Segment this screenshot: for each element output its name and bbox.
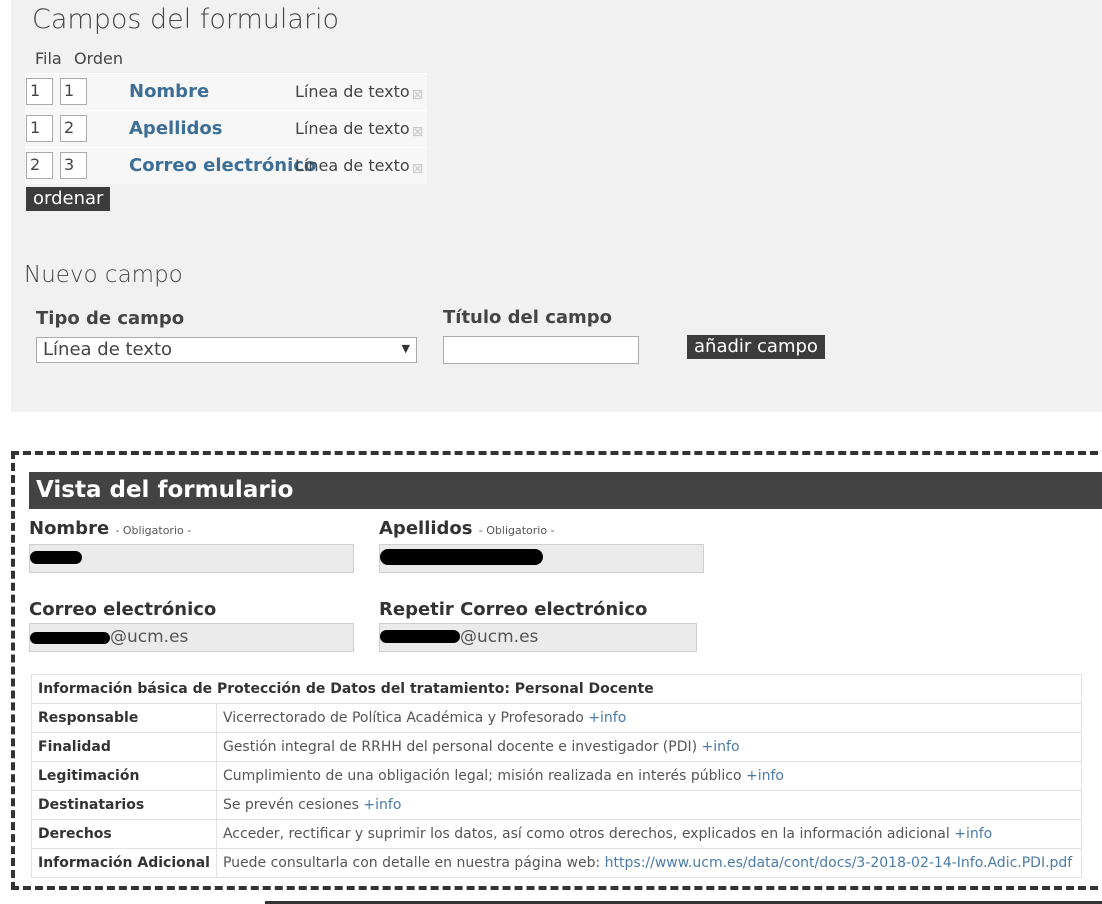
page-title: Campos del formulario (32, 4, 340, 35)
nombre-label-text: Nombre (29, 518, 110, 539)
repetir-correo-domain: @ucm.es (460, 627, 539, 647)
redaction-mark (380, 630, 460, 643)
table-row: Información básica de Protección de Dato… (31, 674, 1082, 704)
orden-input[interactable]: 2 (60, 115, 87, 142)
delete-x-icon[interactable]: ⊠ (410, 162, 425, 177)
row-text: Puede consultarla con detalle en nuestra… (222, 855, 601, 871)
field-type-selected: Línea de texto (43, 339, 173, 360)
row-value: Se prevén cesiones +info (215, 790, 1083, 820)
redaction-mark (30, 632, 110, 644)
row-key: Legitimación (31, 761, 217, 791)
field-row: 1 2 Apellidos Línea de texto ⊠ (25, 110, 427, 147)
column-header-fila: Fila (35, 49, 62, 68)
row-text: Cumplimiento de una obligación legal; mi… (222, 768, 742, 784)
row-value: Acceder, rectificar y suprimir los datos… (215, 819, 1083, 849)
preview-title: Vista del formulario (36, 477, 294, 503)
field-type: Línea de texto (295, 156, 410, 175)
row-text: Gestión integral de RRHH del personal do… (222, 739, 698, 755)
row-key: Derechos (31, 819, 217, 849)
field-row: 1 1 Nombre Línea de texto ⊠ (25, 73, 427, 110)
field-name-link[interactable]: Apellidos (129, 118, 223, 139)
field-title-label: Título del campo (443, 307, 613, 328)
row-key: Finalidad (31, 732, 217, 762)
field-name-link[interactable]: Nombre (129, 81, 209, 102)
more-info-link[interactable]: +info (702, 739, 740, 755)
more-info-link[interactable]: +info (746, 768, 784, 784)
nombre-input[interactable] (29, 544, 354, 573)
apellidos-label: Apellidos - Obligatorio - (379, 518, 555, 539)
form-preview: Vista del formulario Nombre - Obligatori… (11, 451, 1102, 890)
more-info-link[interactable]: +info (954, 826, 992, 842)
column-header-orden: Orden (74, 49, 124, 68)
field-type-select[interactable]: Línea de texto ▼ (36, 337, 417, 363)
fila-input[interactable]: 1 (26, 115, 53, 142)
orden-input[interactable]: 1 (60, 78, 87, 105)
more-info-link[interactable]: +info (588, 710, 626, 726)
data-protection-heading: Información básica de Protección de Dato… (31, 674, 1082, 704)
dropdown-arrow-icon: ▼ (401, 342, 410, 355)
table-row: Derechos Acceder, rectificar y suprimir … (31, 819, 1083, 849)
field-type: Línea de texto (295, 119, 410, 138)
add-field-button[interactable]: añadir campo (687, 335, 825, 359)
table-row: Información Adicional Puede consultarla … (31, 848, 1083, 878)
redaction-mark (30, 551, 82, 564)
required-tag: - Obligatorio - (478, 524, 555, 537)
row-value: Puede consultarla con detalle en nuestra… (215, 848, 1083, 878)
table-row: Responsable Vicerrectorado de Política A… (31, 703, 1083, 733)
data-protection-table: Información básica de Protección de Dato… (31, 674, 1083, 878)
delete-x-icon[interactable]: ⊠ (410, 88, 425, 103)
row-key: Destinatarios (31, 790, 217, 820)
delete-x-icon[interactable]: ⊠ (410, 125, 425, 140)
orden-input[interactable]: 3 (60, 152, 87, 179)
row-text: Vicerrectorado de Política Académica y P… (222, 710, 584, 726)
field-name-link[interactable]: Correo electrónico (129, 155, 316, 176)
row-text: Se prevén cesiones (222, 797, 359, 813)
row-value: Cumplimiento de una obligación legal; mi… (215, 761, 1083, 791)
table-row: Legitimación Cumplimiento de una obligac… (31, 761, 1083, 791)
field-type-label: Tipo de campo (36, 308, 185, 329)
preview-header: Vista del formulario (29, 472, 1102, 509)
field-title-input[interactable] (443, 336, 639, 364)
ordenar-button[interactable]: ordenar (26, 187, 111, 211)
correo-input[interactable]: @ucm.es (29, 623, 354, 652)
correo-domain: @ucm.es (110, 627, 189, 647)
additional-info-url-link[interactable]: https://www.ucm.es/data/cont/docs/3-2018… (605, 855, 1073, 871)
fila-input[interactable]: 1 (26, 78, 53, 105)
fila-input[interactable]: 2 (26, 152, 53, 179)
correo-label: Correo electrónico (29, 599, 217, 620)
row-key: Información Adicional (31, 848, 217, 878)
repetir-correo-label: Repetir Correo electrónico (379, 599, 648, 620)
field-row: 2 3 Correo electrónico Línea de texto ⊠ (25, 147, 427, 184)
repetir-correo-input[interactable]: @ucm.es (379, 623, 697, 652)
redaction-mark (380, 549, 543, 565)
row-key: Responsable (31, 703, 217, 733)
apellidos-label-text: Apellidos (379, 518, 473, 539)
required-tag: - Obligatorio - (115, 524, 192, 537)
form-editor-panel: Campos del formulario Fila Orden 1 1 Nom… (11, 0, 1102, 412)
more-info-link[interactable]: +info (363, 797, 401, 813)
nombre-label: Nombre - Obligatorio - (29, 518, 191, 539)
table-row: Destinatarios Se prevén cesiones +info (31, 790, 1083, 820)
field-type: Línea de texto (295, 82, 410, 101)
row-value: Vicerrectorado de Política Académica y P… (215, 703, 1083, 733)
row-text: Acceder, rectificar y suprimir los datos… (222, 826, 950, 842)
table-row: Finalidad Gestión integral de RRHH del p… (31, 732, 1083, 762)
apellidos-input[interactable] (379, 544, 704, 573)
row-value: Gestión integral de RRHH del personal do… (215, 732, 1083, 762)
new-field-title: Nuevo campo (24, 262, 183, 288)
